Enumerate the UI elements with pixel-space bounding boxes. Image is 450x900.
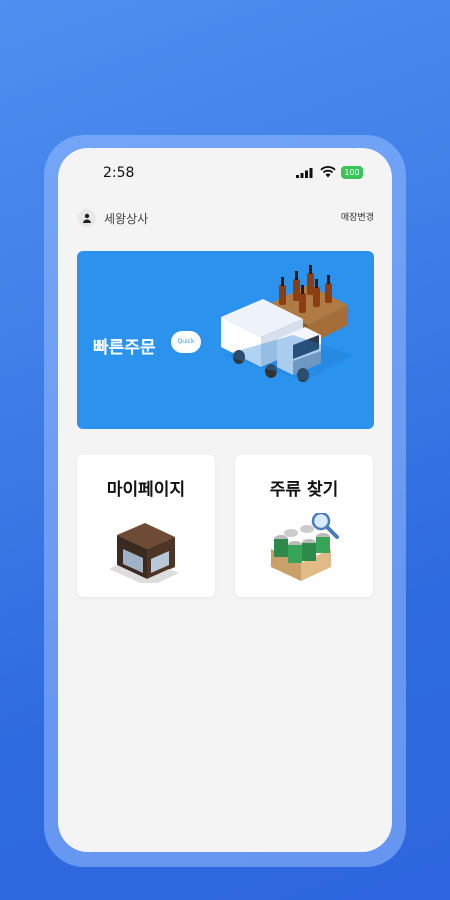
change-store-button[interactable]: 매장변경 — [341, 210, 374, 223]
cellular-signal-icon — [296, 168, 313, 178]
battery-indicator: 100 — [341, 166, 363, 179]
status-time: 2:58 — [103, 165, 135, 181]
delivery-truck-icon — [221, 265, 353, 382]
quick-order-banner[interactable]: 빠른주문 Quick — [77, 251, 374, 429]
wifi-icon — [320, 166, 336, 178]
store-selector: 세왕상사 — [78, 208, 148, 228]
app-screen: 2:58 100 세왕상사 매장변경 빠른주문 Quick 마이페이지 주류 찾… — [58, 148, 392, 852]
quick-badge: Quick — [171, 331, 201, 353]
find-liquor-card[interactable]: 주류 찾기 — [235, 455, 373, 597]
liquor-search-icon — [271, 513, 339, 581]
store-building-icon — [109, 523, 179, 583]
banner-title: 빠른주문 — [93, 338, 156, 358]
mypage-card[interactable]: 마이페이지 — [77, 455, 215, 597]
user-icon — [78, 209, 96, 227]
mypage-title: 마이페이지 — [106, 480, 186, 500]
status-bar: 2:58 100 — [58, 148, 392, 198]
find-liquor-title: 주류 찾기 — [269, 480, 339, 500]
store-name: 세왕상사 — [104, 211, 149, 226]
